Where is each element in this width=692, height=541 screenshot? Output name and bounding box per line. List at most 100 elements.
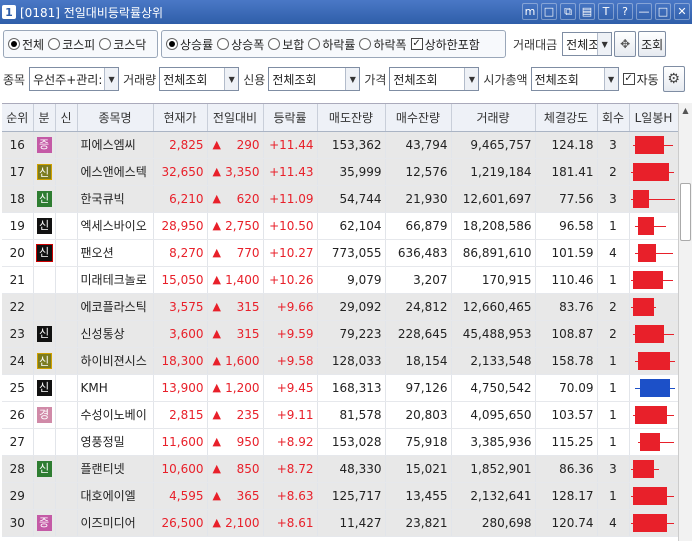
window-control-icon[interactable]: ? <box>617 3 633 20</box>
table-row[interactable]: 16 증 피에스엠씨 2,825 ▲ 290 +11.44 153,362 43,794 9,46… <box>2 131 678 159</box>
stock-name-cell[interactable]: 한국큐빅 <box>77 185 154 213</box>
chevron-down-icon[interactable]: ▼ <box>345 68 360 90</box>
column-header[interactable]: 신 <box>55 104 78 132</box>
market-radio-2[interactable]: 코스닥 <box>99 36 146 53</box>
column-header[interactable]: 회수 <box>597 104 630 132</box>
stock-name-cell[interactable]: 에코플라스틱 <box>77 293 154 321</box>
radio-dot[interactable] <box>359 38 372 50</box>
scroll-thumb[interactable] <box>680 183 691 241</box>
stock-name-cell[interactable]: 팬오션 <box>77 239 154 267</box>
stock-name-cell[interactable]: KMH <box>77 374 154 402</box>
sort-radio-4[interactable]: 하락폭 <box>359 36 407 53</box>
trade-amount-select[interactable]: 전체조 ▼ <box>562 32 613 56</box>
chevron-down-icon[interactable]: ▼ <box>104 68 119 90</box>
column-header[interactable]: 거래량 <box>451 104 536 132</box>
table-row[interactable]: 22 에코플라스틱 3,575 ▲ 315 +9.66 29,092 24,812 12,660… <box>2 293 678 321</box>
market-badge: 신 <box>35 243 53 262</box>
stock-name-cell[interactable]: 미래테크놀로 <box>77 266 154 294</box>
table-row[interactable]: 30 증 이즈미디어 26,500 ▲ 2,100 +8.61 11,427 23,821 280… <box>2 509 678 537</box>
market-radio-1[interactable]: 코스피 <box>48 36 95 53</box>
radio-dot[interactable] <box>217 38 230 50</box>
radio-dot[interactable] <box>166 38 178 50</box>
sort-radio-2[interactable]: 보합 <box>268 36 304 53</box>
table-row[interactable]: 25 신 KMH 13,900 ▲ 1,200 +9.45 168,313 97,126 4,75… <box>2 374 678 402</box>
strength-cell: 86.36 <box>535 455 598 483</box>
table-row[interactable]: 27 영풍정밀 11,600 ▲ 950 +8.92 153,028 75,918 3,385,… <box>2 428 678 456</box>
stock-name-cell[interactable]: 피에스엠씨 <box>77 131 154 159</box>
table-row[interactable]: 28 신 플랜티넷 10,600 ▲ 850 +8.72 48,330 15,021 1,852,… <box>2 455 678 483</box>
column-header[interactable]: 현재가 <box>153 104 208 132</box>
radio-dot[interactable] <box>99 38 112 50</box>
chevron-down-icon[interactable]: ▼ <box>597 33 612 55</box>
chevron-down-icon[interactable]: ▼ <box>603 68 618 90</box>
market-cap-select[interactable]: 전체조회 ▼ <box>530 67 619 91</box>
window-controls: m □ ⧉ ▤ T? — □ ✕ <box>522 3 690 20</box>
sort-radio-0[interactable]: 상승률 <box>166 36 213 53</box>
table-row[interactable]: 18 신 한국큐빅 6,210 ▲ 620 +11.09 54,744 21,930 12,601… <box>2 185 678 213</box>
chevron-down-icon[interactable]: ▼ <box>464 68 479 90</box>
column-header[interactable]: 분 <box>33 104 56 132</box>
column-header[interactable]: 등락률 <box>263 104 318 132</box>
radio-dot[interactable] <box>8 38 20 50</box>
chevron-down-icon[interactable]: ▼ <box>224 68 239 90</box>
query-button[interactable]: 조회 <box>638 31 667 57</box>
price-select[interactable]: 전체조회 ▼ <box>389 67 480 91</box>
stock-name-cell[interactable]: 엑세스바이오 <box>77 212 154 240</box>
market-radio-0[interactable]: 전체 <box>8 36 44 53</box>
column-header[interactable]: 체결강도 <box>535 104 598 132</box>
window-control-icon[interactable]: □ <box>655 3 671 20</box>
sort-radio-3[interactable]: 하락률 <box>308 36 355 53</box>
candle-body <box>632 513 668 532</box>
include-limit-checkbox[interactable]: ✓ 상하한포함 <box>410 36 480 53</box>
window-control-icon[interactable]: m <box>522 3 538 20</box>
stock-name-cell[interactable]: 에스앤에스텍 <box>77 158 154 186</box>
stock-name-cell[interactable]: 수성이노베이 <box>77 401 154 429</box>
column-header[interactable]: 전일대비 <box>207 104 264 132</box>
stock-name-cell[interactable]: 이즈미디어 <box>77 509 154 537</box>
vertical-scrollbar[interactable]: ▲ <box>678 103 692 541</box>
table-row[interactable]: 19 신 엑세스바이오 28,950 ▲ 2,750 +10.50 62,104 66,879 1… <box>2 212 678 240</box>
scroll-up-icon[interactable]: ▲ <box>679 103 692 117</box>
auto-checkbox[interactable]: ✓ 자동 <box>622 71 659 88</box>
radio-dot[interactable] <box>308 38 321 50</box>
table-row[interactable]: 20 신 팬오션 8,270 ▲ 770 +10.27 773,055 636,483 86,89… <box>2 239 678 267</box>
settings-tool-button[interactable]: ✥ <box>614 31 637 57</box>
candle-body <box>635 405 668 424</box>
column-header[interactable]: 매도잔량 <box>317 104 386 132</box>
sort-radio-1[interactable]: 상승폭 <box>217 36 264 53</box>
daily-candle-cell <box>629 455 678 483</box>
strength-cell: 108.87 <box>535 320 598 348</box>
window-control-icon[interactable]: ✕ <box>674 3 690 20</box>
checkbox-box[interactable]: ✓ <box>410 38 423 50</box>
table-row[interactable]: 21 미래테크놀로 15,050 ▲ 1,400 +10.26 9,079 3,207 170,… <box>2 266 678 294</box>
radio-dot[interactable] <box>268 38 281 50</box>
window-control-icon[interactable]: ▤ <box>579 3 595 20</box>
checkbox-box[interactable]: ✓ <box>622 73 635 85</box>
table-row[interactable]: 23 신 신성통상 3,600 ▲ 315 +9.59 79,223 228,645 45,488… <box>2 320 678 348</box>
column-header[interactable]: 순위 <box>2 104 34 132</box>
stock-name-cell[interactable]: 영풍정밀 <box>77 428 154 456</box>
stock-type-select[interactable]: 우선주+관리: ▼ <box>29 67 120 91</box>
column-header[interactable]: 종목명 <box>77 104 154 132</box>
rate-cell: +8.61 <box>263 509 318 537</box>
candle-body <box>639 378 671 397</box>
radio-dot[interactable] <box>48 38 61 50</box>
window-control-icon[interactable]: □ <box>541 3 557 20</box>
stock-name-cell[interactable]: 플랜티넷 <box>77 455 154 483</box>
column-header[interactable]: 매수잔량 <box>385 104 452 132</box>
table-row[interactable]: 24 신 하이비젼시스 18,300 ▲ 1,600 +9.58 128,033 18,154 2… <box>2 347 678 375</box>
table-row[interactable]: 26 경 수성이노베이 2,815 ▲ 235 +9.11 81,578 20,803 4,095… <box>2 401 678 429</box>
window-control-icon[interactable]: T <box>598 3 614 20</box>
column-header[interactable]: L일봉H <box>629 104 678 132</box>
volume-select[interactable]: 전체조회 ▼ <box>159 67 240 91</box>
stock-name-cell[interactable]: 신성통상 <box>77 320 154 348</box>
table-row[interactable]: 17 신 에스앤에스텍 32,650 ▲ 3,350 +11.43 35,999 12,576 1… <box>2 158 678 186</box>
stock-name-cell[interactable]: 대호에이엘 <box>77 482 154 510</box>
credit-select[interactable]: 전체조회 ▼ <box>268 67 361 91</box>
window-control-icon[interactable]: ⧉ <box>560 3 576 20</box>
gear-button[interactable]: ⚙ <box>662 66 685 92</box>
stock-name-cell[interactable]: 하이비젼시스 <box>77 347 154 375</box>
window-control-icon[interactable]: — <box>636 3 652 20</box>
ask-volume-cell: 62,104 <box>317 212 386 240</box>
table-row[interactable]: 29 대호에이엘 4,595 ▲ 365 +8.63 125,717 13,455 2,132,… <box>2 482 678 510</box>
